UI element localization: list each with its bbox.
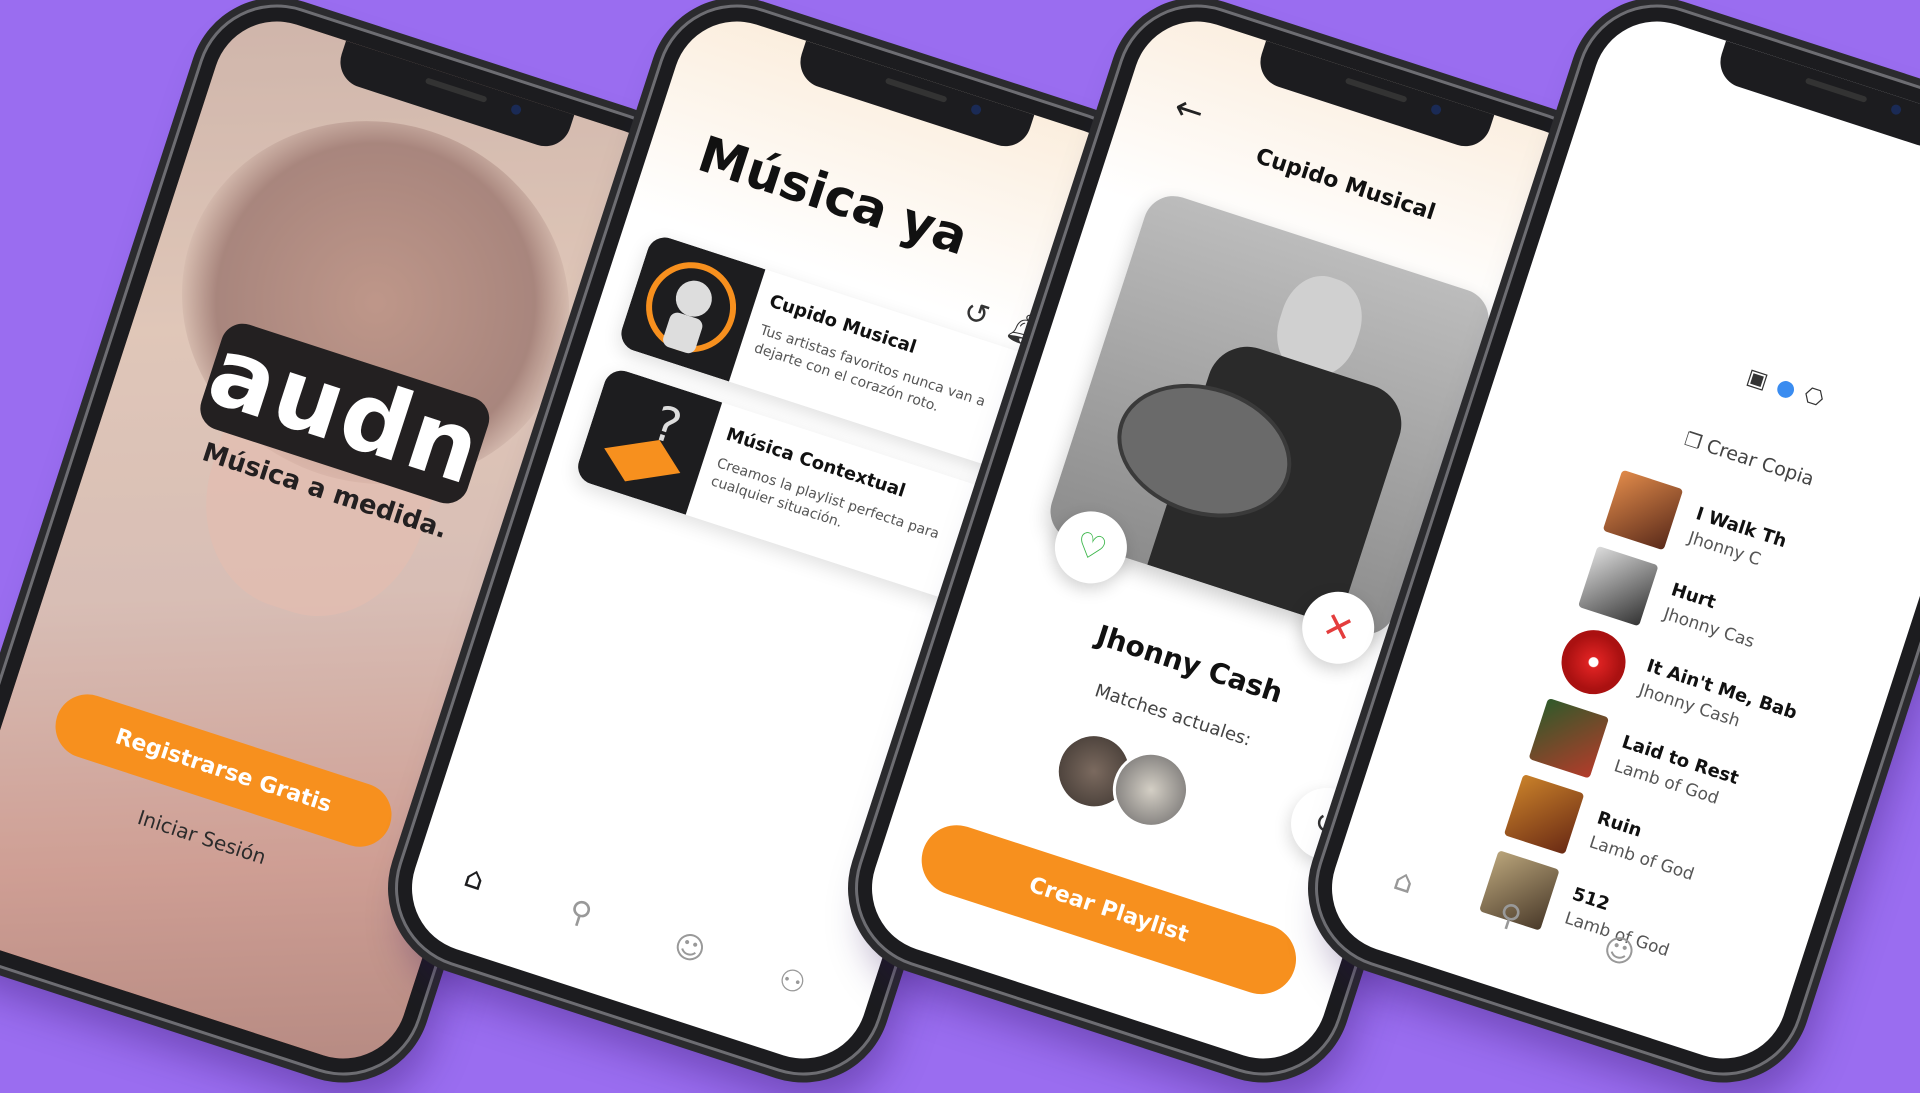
- search-icon[interactable]: ⚲: [1494, 896, 1526, 936]
- profile-icon[interactable]: ☺: [1599, 930, 1640, 973]
- home-icon[interactable]: ⌂: [460, 859, 489, 898]
- cupido-thumbnail: [616, 232, 766, 382]
- close-icon: ✕: [1317, 603, 1360, 652]
- album-cover: [1553, 621, 1634, 703]
- album-cover: [1602, 469, 1684, 551]
- create-copy-label: Crear Copia: [1703, 435, 1817, 491]
- create-playlist-button[interactable]: Crear Playlist: [912, 816, 1306, 1004]
- share-icon[interactable]: ⎔: [1801, 383, 1837, 416]
- history-icon[interactable]: ↺: [959, 294, 994, 335]
- album-cover: [1528, 697, 1610, 779]
- playlist-actions: ▣●⎔: [1744, 364, 1837, 415]
- create-copy-button[interactable]: ❐ Crear Copia: [1682, 428, 1817, 491]
- home-icon[interactable]: ⌂: [1389, 862, 1418, 901]
- track-artist: Lamb of God: [1586, 832, 1697, 885]
- heart-icon: ♡: [1070, 524, 1112, 571]
- album-cover: [1503, 774, 1585, 855]
- friends-icon[interactable]: ⚇: [774, 961, 810, 1003]
- svg-text:?: ?: [646, 395, 688, 456]
- album-cover: [1577, 545, 1659, 627]
- tab-bar: ⌂ ⚲ ☺ ⚇: [408, 834, 875, 1037]
- page-title: Música ya: [691, 124, 975, 267]
- profile-icon[interactable]: ☺: [669, 927, 710, 970]
- contextual-thumbnail: ?: [573, 366, 723, 515]
- search-icon[interactable]: ⚲: [565, 893, 597, 933]
